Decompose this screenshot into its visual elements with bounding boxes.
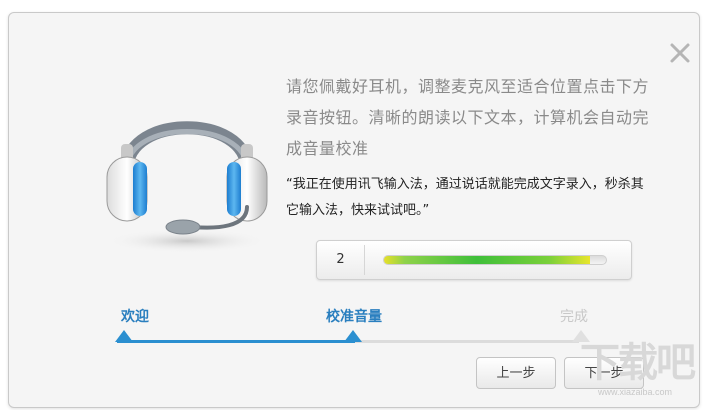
prev-button[interactable]: 上一步 bbox=[476, 357, 556, 389]
step-finish: 完成 bbox=[560, 309, 588, 325]
instruction-text: 请您佩戴好耳机，调整麦克风至适合位置点击下方录音按钮。清晰的朗读以下文本，计算机… bbox=[286, 77, 650, 158]
step-marker-welcome bbox=[115, 330, 133, 342]
watermark-logo: 下载吧 www.xiazaiba.com bbox=[580, 340, 705, 406]
volume-fill bbox=[384, 256, 591, 264]
step-welcome: 欢迎 bbox=[121, 309, 149, 325]
step-marker-calibrate bbox=[344, 330, 362, 342]
step-calibrate: 校准音量 bbox=[326, 309, 382, 325]
headset-icon bbox=[106, 121, 268, 253]
volume-divider bbox=[364, 245, 365, 275]
close-icon[interactable] bbox=[667, 40, 693, 66]
volume-track bbox=[383, 255, 607, 265]
volume-value: 2 bbox=[336, 252, 345, 267]
watermark-url: www.xiazaiba.com bbox=[598, 387, 673, 397]
watermark-text: 下载吧 bbox=[580, 341, 696, 385]
sample-text: “我正在使用讯飞输入法，通过说话就能完成文字录入，秒杀其它输入法，快来试试吧。” bbox=[286, 177, 644, 218]
progress-fill bbox=[117, 340, 355, 343]
volume-meter: 2 bbox=[316, 240, 632, 280]
